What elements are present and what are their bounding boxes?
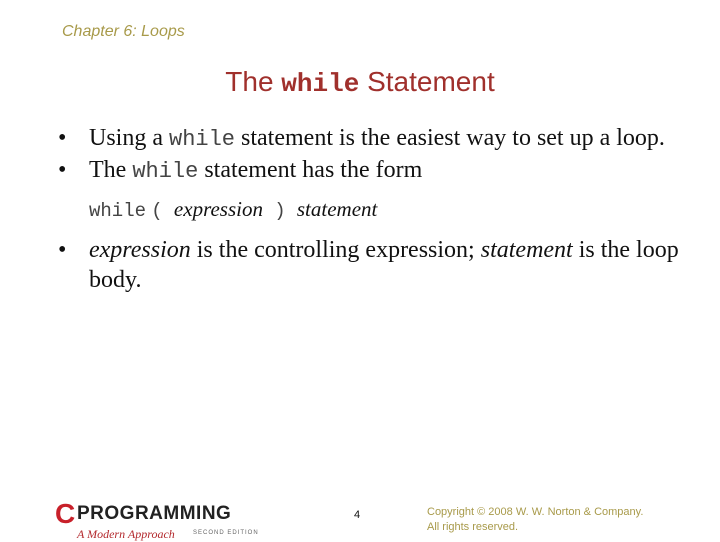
bullet-icon: • <box>58 125 67 151</box>
form-close-paren: ) <box>274 200 286 222</box>
copyright-line: Copyright © 2008 W. W. Norton & Company. <box>427 506 644 518</box>
bullet-item: • The while statement has the form <box>58 155 698 187</box>
bullet-icon: • <box>58 157 67 183</box>
syntax-form: while ( expression ) statement <box>89 194 698 226</box>
inline-code: while <box>132 159 199 184</box>
book-logo: C PROGRAMMING A Modern Approach SECOND E… <box>55 498 265 542</box>
chapter-header: Chapter 6: Loops <box>62 23 185 40</box>
bullet-text: Using a <box>89 125 169 151</box>
title-code: while <box>281 69 360 99</box>
title-pre: The <box>225 66 282 97</box>
form-expression: expression <box>173 197 263 221</box>
bullet-text: statement is the easiest way to set up a… <box>235 125 665 151</box>
slide-body: • Using a while statement is the easiest… <box>58 123 698 295</box>
bullet-italic: expression <box>89 237 191 263</box>
bullet-text: statement has the form <box>198 157 423 183</box>
bullet-item: • expression is the controlling expressi… <box>58 235 698 295</box>
form-statement: statement <box>296 197 378 221</box>
logo-wordmark: PROGRAMMING <box>77 503 232 524</box>
bullet-item: • Using a while statement is the easiest… <box>58 123 698 155</box>
logo-edition: SECOND EDITION <box>193 530 259 536</box>
bullet-italic: statement <box>480 237 573 263</box>
form-keyword: while <box>89 200 147 222</box>
bullet-text: is the controlling expression; <box>190 237 481 263</box>
copyright: Copyright © 2008 W. W. Norton & Company.… <box>427 505 643 535</box>
copyright-line: All rights reserved. <box>427 521 519 533</box>
bullet-icon: • <box>58 237 67 263</box>
slide-title: The while Statement <box>0 66 720 99</box>
logo-c-mark: C <box>55 498 76 529</box>
form-open-paren: ( <box>151 200 163 222</box>
inline-code: while <box>169 127 236 152</box>
title-post: Statement <box>359 66 495 97</box>
bullet-text: The <box>89 157 133 183</box>
page-number: 4 <box>354 509 361 521</box>
